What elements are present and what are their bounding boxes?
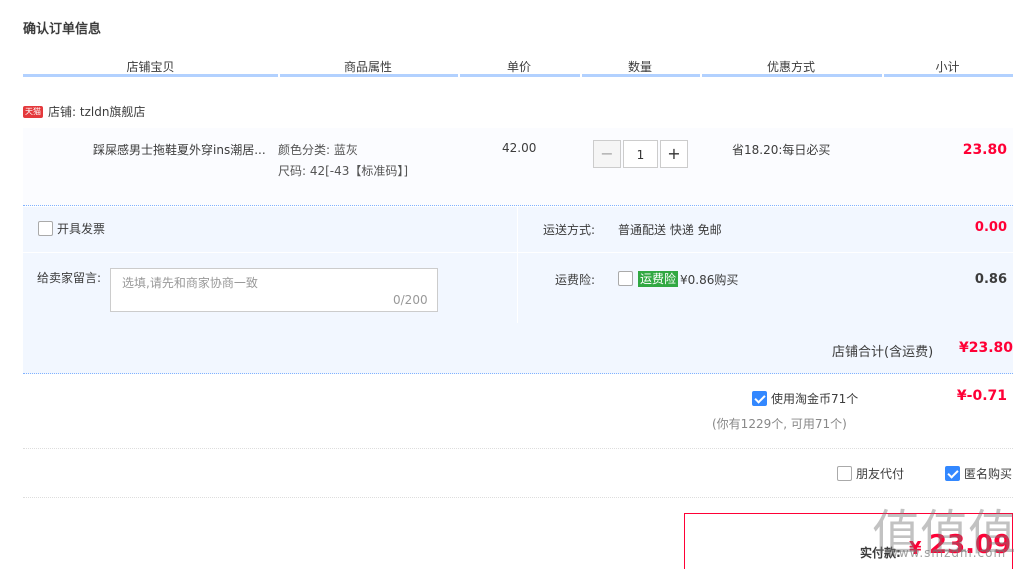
invoice-option[interactable]: 开具发票 (38, 220, 105, 237)
shop-total-label: 店铺合计(含运费) (832, 345, 934, 360)
tmall-icon: 天猫 (23, 105, 43, 118)
invoice-checkbox[interactable] (38, 221, 53, 236)
item-size-attribute: 尺码: 42[-43【标准码】] (278, 164, 409, 178)
shipping-insurance-price: ¥0.86购买 (680, 273, 739, 287)
item-subtotal: 23.80 (962, 142, 1007, 158)
section-divider (23, 448, 1013, 449)
header-underline (280, 74, 458, 77)
anonymous-purchase-checkbox[interactable] (945, 466, 960, 481)
shop-total-value: ¥23.80 (958, 340, 1013, 356)
item-unit-price: 42.00 (502, 141, 537, 155)
friend-pay-option[interactable]: 朋友代付 (837, 465, 904, 482)
taobao-coins-checkbox[interactable] (752, 391, 767, 406)
anonymous-purchase-label: 匿名购买 (964, 467, 1013, 481)
page-title: 确认订单信息 (23, 22, 102, 37)
friend-pay-checkbox[interactable] (837, 466, 852, 481)
shipping-method-label: 运送方式: (543, 223, 596, 237)
shipping-cost: 0.00 (974, 220, 1007, 235)
header-underline (582, 74, 700, 77)
shipping-insurance-label: 运费险: (555, 273, 596, 287)
shop-name[interactable]: 店铺: tzldn旗舰店 (48, 103, 145, 120)
shipping-method-value: 普通配送 快递 免邮 (618, 223, 722, 237)
invoice-label: 开具发票 (57, 222, 106, 236)
shipping-insurance-tag: 运费险 (638, 271, 679, 287)
decrement-button[interactable]: − (593, 140, 621, 168)
shipping-insurance-checkbox[interactable] (618, 271, 633, 286)
header-underline (23, 74, 278, 77)
discount-method: 省18.20:每日必买 (732, 143, 831, 157)
header-underline (702, 74, 882, 77)
item-color-attribute: 颜色分类: 蓝灰 (278, 143, 358, 157)
seller-message-label: 给卖家留言: (37, 271, 102, 285)
shipping-insurance-cost: 0.86 (974, 272, 1007, 287)
taobao-coins-option[interactable]: 使用淘金币71个 (752, 390, 858, 407)
section-divider (23, 497, 1013, 498)
panel-divider (23, 252, 1013, 253)
taobao-coins-label: 使用淘金币71个 (771, 392, 859, 406)
quantity-stepper: − 1 + (593, 140, 688, 168)
friend-pay-label: 朋友代付 (856, 467, 905, 481)
watermark-site: www.smzdm.com (888, 546, 1007, 560)
seller-message-char-count: 0/200 (393, 293, 428, 307)
seller-message-placeholder: 选填,请先和商家协商一致 (122, 276, 258, 290)
increment-button[interactable]: + (660, 140, 688, 168)
header-underline (884, 74, 1013, 77)
taobao-coins-note: (你有1229个, 可用71个) (712, 417, 847, 431)
taobao-coins-discount: ¥-0.71 (956, 388, 1007, 404)
anonymous-purchase-option[interactable]: 匿名购买 (945, 465, 1012, 482)
item-title-link[interactable]: 踩屎感男士拖鞋夏外穿ins潮居... (93, 141, 268, 158)
quantity-input[interactable]: 1 (623, 140, 658, 168)
order-item-row (23, 128, 1013, 206)
shop-name-row: 天猫 店铺: tzldn旗舰店 (23, 103, 145, 120)
header-underline (460, 74, 580, 77)
